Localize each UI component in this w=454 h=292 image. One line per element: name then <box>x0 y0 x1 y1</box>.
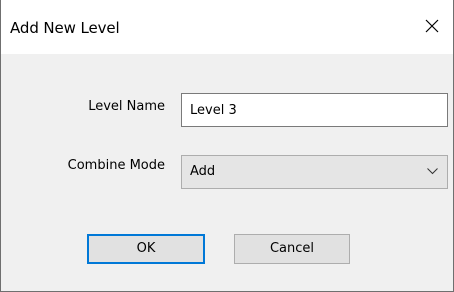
level-name-label: Level Name <box>88 99 165 114</box>
chevron-down-icon <box>427 168 438 175</box>
cancel-button[interactable]: Cancel <box>234 234 350 264</box>
combine-mode-label: Combine Mode <box>67 158 165 173</box>
add-new-level-dialog: Add New Level Level Name Combine Mode Ad… <box>0 0 454 292</box>
close-button[interactable] <box>417 13 447 39</box>
combine-mode-select[interactable]: Add <box>181 155 448 189</box>
level-name-input[interactable] <box>181 93 448 127</box>
ok-button[interactable]: OK <box>87 234 205 264</box>
combine-mode-value: Add <box>190 164 216 179</box>
title-bar[interactable]: Add New Level <box>1 0 453 54</box>
close-icon <box>425 19 439 33</box>
dialog-title: Add New Level <box>10 19 120 37</box>
